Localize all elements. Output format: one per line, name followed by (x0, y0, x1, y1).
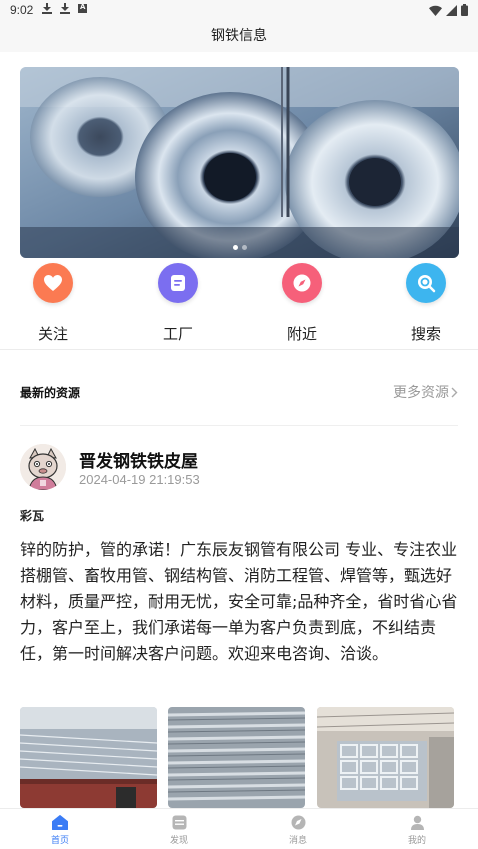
tab-me[interactable]: 我的 (387, 813, 447, 846)
quick-nav-label: 搜索 (410, 325, 441, 343)
tab-discover[interactable]: 发现 (149, 813, 209, 846)
message-icon (289, 813, 307, 831)
tab-label: 首页 (50, 836, 69, 846)
signal-icon (446, 4, 457, 16)
carousel-dot[interactable] (232, 245, 238, 250)
quick-nav-nearby[interactable]: 附近 (267, 263, 337, 344)
post-image-thumbnail[interactable] (168, 707, 305, 808)
more-resources-link[interactable]: 更多资源 (393, 382, 458, 402)
wifi-icon (429, 5, 442, 16)
avatar[interactable] (20, 444, 66, 490)
home-icon (51, 813, 69, 831)
quick-nav-label: 工厂 (162, 325, 193, 343)
compass-icon (282, 263, 322, 303)
post-image-thumbnail[interactable] (20, 707, 157, 808)
carousel-indicator (20, 245, 459, 250)
more-resources-label: 更多资源 (393, 385, 449, 401)
bottom-tab-bar: 首页 发现 消息 我的 (0, 808, 478, 849)
banner-carousel[interactable] (20, 67, 459, 258)
post-header[interactable]: 晋发钢铁铁皮屋 2024-04-19 21:19:53 (20, 444, 458, 494)
post-body[interactable]: 锌的防护，管的承诺！广东辰友钢管有限公司 专业、专注农业搭棚管、畜牧用管、钢结构… (20, 537, 462, 667)
divider (20, 425, 458, 426)
download-icon (42, 3, 52, 14)
app-notification-icon (78, 3, 87, 13)
post-images (20, 707, 458, 808)
post-category-tag: 彩瓦 (20, 509, 45, 523)
tab-messages[interactable]: 消息 (268, 813, 328, 846)
heart-icon (33, 263, 73, 303)
tab-label: 消息 (288, 836, 307, 846)
section-header: 最新的资源 更多资源 (20, 380, 458, 404)
quick-nav-follow[interactable]: 关注 (18, 263, 88, 344)
status-time: 9:02 (10, 3, 34, 17)
post-author-name: 晋发钢铁铁皮屋 (79, 452, 198, 472)
carousel-dot[interactable] (241, 245, 247, 250)
page-title: 钢铁信息 (211, 28, 267, 44)
chevron-right-icon (451, 387, 458, 397)
discover-icon (170, 813, 188, 831)
search-icon (406, 263, 446, 303)
quick-nav: 关注 工厂 附近 搜索 (0, 263, 478, 349)
quick-nav-label: 关注 (37, 325, 68, 343)
post-image-thumbnail[interactable] (317, 707, 454, 808)
battery-icon (461, 4, 468, 16)
tab-home[interactable]: 首页 (30, 813, 90, 846)
section-title: 最新的资源 (20, 386, 81, 400)
steel-coil-image (20, 67, 459, 258)
quick-nav-factory[interactable]: 工厂 (143, 263, 213, 344)
tab-label: 发现 (169, 836, 188, 846)
title-bar: 钢铁信息 (0, 20, 478, 52)
quick-nav-label: 附近 (286, 325, 317, 343)
document-icon (158, 263, 198, 303)
post-timestamp: 2024-04-19 21:19:53 (79, 472, 200, 487)
quick-nav-search[interactable]: 搜索 (391, 263, 461, 344)
divider (0, 349, 478, 350)
status-bar: 9:02 (0, 0, 478, 20)
tab-label: 我的 (407, 836, 426, 846)
download-icon (60, 3, 70, 14)
user-icon (408, 813, 426, 831)
